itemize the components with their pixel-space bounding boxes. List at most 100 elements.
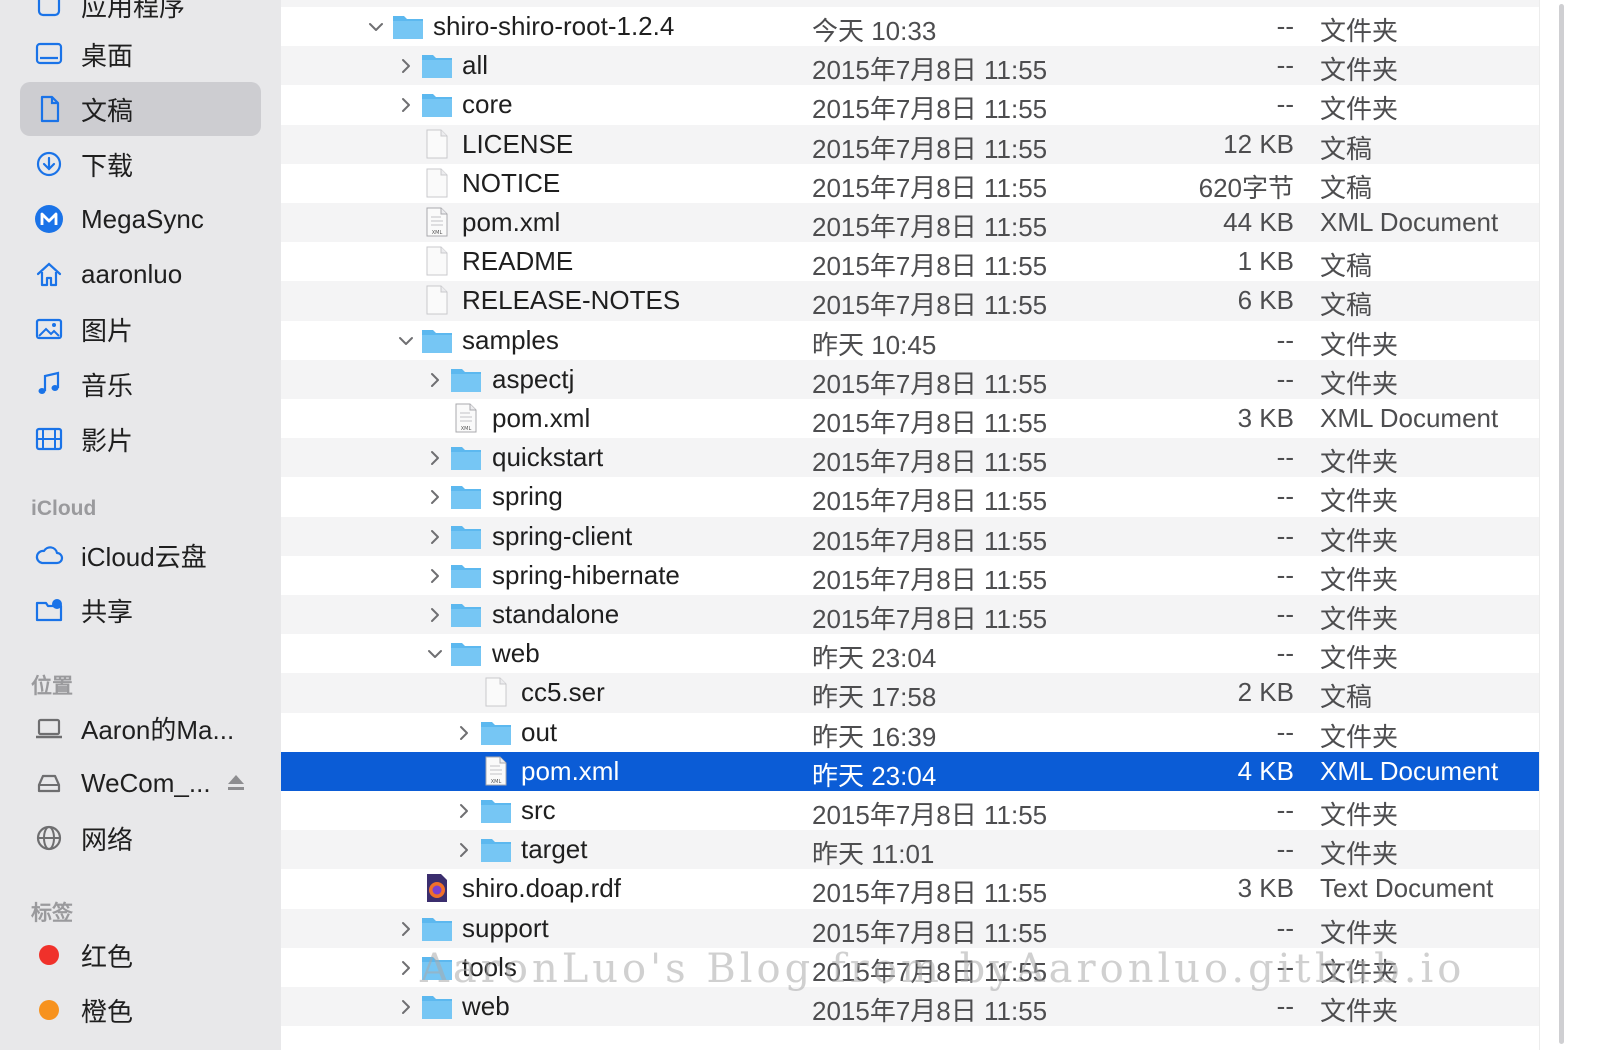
sidebar-item[interactable]: 文稿 — [20, 82, 261, 136]
table-row[interactable]: web 2015年7月8日 11:55 -- 文件夹 — [281, 987, 1539, 1027]
table-row[interactable]: tools 2015年7月8日 11:55 -- 文件夹 — [281, 948, 1539, 987]
chevron-down-icon[interactable] — [368, 19, 384, 35]
sidebar-item[interactable]: 桌面 — [20, 27, 261, 81]
sidebar-item[interactable]: 影片 — [20, 412, 261, 466]
chevron-right-icon[interactable] — [427, 450, 443, 466]
chevron-down-icon[interactable] — [398, 333, 414, 349]
sidebar-item[interactable]: WeCom_... — [20, 756, 261, 810]
file-kind: XML Document — [1320, 403, 1499, 433]
sidebar-item[interactable]: Aaron的Ma... — [20, 701, 261, 755]
table-row[interactable]: standalone 2015年7月8日 11:55 -- 文件夹 — [281, 595, 1539, 635]
sidebar-item[interactable]: 橙色 — [20, 983, 261, 1037]
eject-icon[interactable] — [225, 772, 247, 794]
document-icon — [421, 246, 453, 276]
table-row[interactable]: target 昨天 11:01 -- 文件夹 — [281, 830, 1539, 870]
sidebar-item[interactable]: 共享 — [20, 583, 261, 637]
date-modified: 昨天 11:01 — [812, 839, 935, 870]
file-size: -- — [1276, 912, 1294, 943]
scroll-thumb[interactable] — [1559, 4, 1564, 1044]
table-row[interactable]: samples 昨天 10:45 -- 文件夹 — [281, 321, 1539, 360]
chevron-right-icon[interactable] — [427, 607, 443, 623]
chevron-right-icon[interactable] — [427, 568, 443, 584]
chevron-right-icon[interactable] — [398, 999, 414, 1015]
chevron-right-icon[interactable] — [427, 372, 443, 388]
table-row[interactable]: README 2015年7月8日 11:55 1 KB 文稿 — [281, 242, 1539, 281]
sidebar-item[interactable]: iCloud云盘 — [20, 528, 261, 582]
table-row[interactable]: core 2015年7月8日 11:55 -- 文件夹 — [281, 85, 1539, 124]
table-row[interactable]: out 昨天 16:39 -- 文件夹 — [281, 713, 1539, 752]
sidebar-item[interactable]: 网络 — [20, 811, 261, 865]
sidebar-item-label: Aaron的Ma... — [81, 714, 235, 745]
table-row[interactable]: support 2015年7月8日 11:55 -- 文件夹 — [281, 908, 1539, 948]
date-modified: 2015年7月8日 11:55 — [812, 55, 1048, 86]
table-row[interactable]: XML pom.xml 2015年7月8日 11:55 3 KB XML Documen… — [281, 399, 1539, 438]
chevron-right-icon[interactable] — [427, 489, 443, 505]
sidebar-item-label: 橙色 — [81, 996, 134, 1027]
table-row[interactable]: spring-client 2015年7月8日 11:55 -- 文件夹 — [281, 516, 1539, 556]
file-name: pom.xml — [462, 207, 561, 237]
sidebar-item[interactable]: 下载 — [20, 137, 261, 191]
table-row[interactable]: shiro.doap.rdf 2015年7月8日 11:55 3 KB Text Do… — [281, 869, 1539, 908]
laptop-icon — [32, 711, 66, 745]
table-row[interactable]: quickstart 2015年7月8日 11:55 -- 文件夹 — [281, 438, 1539, 478]
table-row[interactable]: spring-hibernate 2015年7月8日 11:55 -- 文件夹 — [281, 556, 1539, 595]
folder-icon — [480, 795, 512, 825]
file-name: web — [462, 991, 510, 1021]
home-icon — [32, 257, 66, 291]
date-modified: 2015年7月8日 11:55 — [812, 525, 1048, 556]
file-name: shiro-shiro-root-1.2.4 — [433, 11, 675, 41]
chevron-right-icon[interactable] — [456, 803, 472, 819]
file-size: -- — [1276, 951, 1294, 982]
file-name: cc5.ser — [521, 677, 605, 708]
cloud-icon — [32, 538, 66, 572]
table-row[interactable]: XML pom.xml 2015年7月8日 11:55 44 KB XML Docume… — [281, 203, 1539, 243]
chevron-right-icon[interactable] — [398, 921, 414, 937]
file-kind: 文稿 — [1320, 682, 1373, 713]
table-row[interactable]: RELEASE-NOTES 2015年7月8日 11:55 6 KB 文稿 — [281, 281, 1539, 321]
table-row[interactable]: XML pom.xml 昨天 23:04 4 KB XML Document — [281, 751, 1539, 791]
downloads-icon — [32, 147, 66, 181]
table-row[interactable]: all 2015年7月8日 11:55 -- 文件夹 — [281, 46, 1539, 86]
sidebar-item[interactable]: MegaSync — [20, 192, 261, 246]
table-row[interactable]: spring 2015年7月8日 11:55 -- 文件夹 — [281, 477, 1539, 516]
file-name: LICENSE — [462, 128, 574, 159]
file-size: -- — [1276, 559, 1294, 590]
movies-icon — [32, 422, 66, 456]
chevron-right-icon[interactable] — [427, 529, 443, 545]
sidebar-item[interactable]: 音乐 — [20, 357, 261, 411]
chevron-down-icon[interactable] — [427, 646, 443, 662]
sidebar-item[interactable]: 红色 — [20, 928, 261, 982]
date-modified: 2015年7月8日 11:55 — [812, 564, 1048, 595]
folder-icon — [421, 50, 453, 80]
file-name: samples — [462, 324, 559, 355]
file-name: spring — [492, 481, 563, 512]
chevron-right-icon[interactable] — [456, 842, 472, 858]
sidebar-item-label: 桌面 — [81, 40, 134, 71]
sidebar-item[interactable]: aaronluo — [20, 247, 261, 301]
file-name: standalone — [492, 599, 620, 629]
folder-icon — [450, 521, 482, 551]
chevron-right-icon[interactable] — [398, 97, 414, 113]
file-kind: 文件夹 — [1320, 486, 1399, 517]
table-row[interactable]: aspectj 2015年7月8日 11:55 -- 文件夹 — [281, 359, 1539, 399]
date-modified: 2015年7月8日 11:55 — [812, 956, 1048, 987]
table-row[interactable]: src 2015年7月8日 11:55 -- 文件夹 — [281, 791, 1539, 830]
table-row[interactable]: NOTICE 2015年7月8日 11:55 620字节 文稿 — [281, 164, 1539, 203]
document-icon — [421, 285, 453, 315]
chevron-right-icon[interactable] — [398, 58, 414, 74]
table-row[interactable]: shiro-shiro-root-1.2.4 今天 10:33 -- 文件夹 — [281, 7, 1539, 46]
file-size: 2 KB — [1237, 677, 1294, 708]
file-size: -- — [1276, 50, 1294, 81]
table-row[interactable]: web 昨天 23:04 -- 文件夹 — [281, 634, 1539, 673]
documents-icon — [32, 92, 66, 126]
table-row[interactable]: cc5.ser 昨天 17:58 2 KB 文稿 — [281, 673, 1539, 713]
sidebar-item[interactable]: 图片 — [20, 302, 261, 356]
sidebar-item-label: iCloud云盘 — [81, 541, 207, 572]
chevron-right-icon[interactable] — [456, 725, 472, 741]
scrollbar[interactable] — [1539, 0, 1600, 1050]
file-size: -- — [1276, 11, 1294, 41]
table-row[interactable]: LICENSE 2015年7月8日 11:55 12 KB 文稿 — [281, 124, 1539, 164]
table-row[interactable] — [281, 0, 1539, 7]
file-kind: 文件夹 — [1320, 564, 1399, 595]
chevron-right-icon[interactable] — [398, 960, 414, 976]
